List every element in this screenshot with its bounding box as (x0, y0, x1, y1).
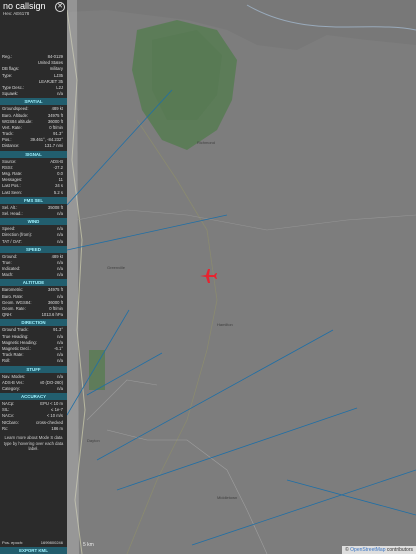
info-row: Category: n/a (0, 386, 67, 392)
track-line (67, 214, 228, 251)
map-label: Dayton (87, 438, 100, 443)
row-label: Rc: (2, 425, 9, 431)
row-value: 186 m (51, 425, 63, 431)
section-header: STUFF (0, 365, 67, 373)
row-value: 131.7 nmi (44, 143, 63, 149)
row-value: n/a (57, 358, 63, 364)
row-label: Last Seen: (2, 189, 23, 195)
section-header: DIRECTION (0, 319, 67, 327)
section-header: ACCURACY (0, 393, 67, 401)
map-view[interactable]: Richmond Greenville Hamilton Dayton Midd… (67, 0, 416, 554)
row-label: TAT / OAT: (2, 238, 22, 244)
row-value: n/a (57, 91, 63, 97)
info-row: QNH: 1013.6 hPa (0, 312, 67, 318)
row-label: Distance: (2, 143, 20, 149)
aircraft-info-panel: no callsign ✕ Hex: AE6178 Reg.: 84-0129 Un… (0, 0, 67, 554)
track-line (191, 469, 416, 546)
row-label: Sel. Head.: (2, 210, 23, 216)
track-line (86, 352, 163, 396)
pos-epoch-row: Pos. epoch: 1699800246 (0, 540, 67, 546)
row-value: 5.2 s (53, 189, 63, 195)
info-rows: Reg.: 84-0129 United States DB flags: milita… (0, 54, 67, 97)
map-label: Middletown (217, 495, 238, 500)
track-line (286, 479, 416, 516)
row-value: n/a (57, 210, 63, 216)
info-row: Squawk: n/a (0, 91, 67, 97)
info-row: Rc: 186 m (0, 426, 67, 432)
section-header: ALTITUDE (0, 279, 67, 287)
openstreetmap-link[interactable]: OpenStreetMap (350, 547, 385, 553)
section-header: SPEED (0, 245, 67, 253)
callsign-title: no callsign (3, 1, 46, 11)
info-row: Distance: 131.7 nmi (0, 143, 67, 149)
row-label: Squawk: (2, 91, 19, 97)
map-label: Greenville (107, 265, 126, 270)
info-row: Mach: n/a (0, 272, 67, 278)
row-value: n/a (57, 385, 63, 391)
info-row: Sel. Head.: n/a (0, 211, 67, 217)
track-line (96, 329, 334, 461)
row-label: Roll: (2, 358, 11, 364)
row-value: 1013.6 hPa (41, 312, 63, 318)
export-kml-button[interactable]: EXPORT KML (0, 547, 67, 554)
map-label: Hamilton (217, 322, 233, 327)
section-header: SIGNAL (0, 150, 67, 158)
track-line (67, 309, 130, 416)
map-label: Richmond (197, 140, 216, 145)
map-scale: 5 km (83, 542, 94, 548)
panel-header: no callsign ✕ Hex: AE6178 (0, 0, 67, 19)
detail-sections: SPATIAL Groundspeed: 489 kt Baro. Altitude:… (0, 98, 67, 432)
pos-epoch-label: Pos. epoch: (2, 540, 24, 545)
row-label: Category: (2, 385, 21, 391)
section-header: FMS SEL (0, 196, 67, 204)
accuracy-note: Learn more about Mode S data type by hov… (3, 435, 64, 451)
row-value: n/a (57, 272, 63, 278)
aircraft-marker-icon[interactable] (199, 268, 217, 284)
track-line (67, 89, 173, 206)
section-header: WIND (0, 218, 67, 226)
row-label: QNH: (2, 312, 13, 318)
pos-epoch-value: 1699800246 (40, 540, 63, 545)
track-lines (67, 89, 416, 546)
track-line (116, 407, 358, 491)
close-icon[interactable]: ✕ (55, 2, 65, 12)
info-row: Roll: n/a (0, 358, 67, 364)
info-row: Last Seen: 5.2 s (0, 190, 67, 196)
row-value: n/a (57, 238, 63, 244)
row-label: Mach: (2, 272, 14, 278)
info-row: TAT / OAT: n/a (0, 239, 67, 245)
section-header: SPATIAL (0, 98, 67, 106)
hex-code: Hex: AE6178 (3, 11, 30, 16)
attribution-suffix: contributors (385, 547, 413, 553)
map-attribution: © OpenStreetMap contributors (342, 546, 416, 554)
